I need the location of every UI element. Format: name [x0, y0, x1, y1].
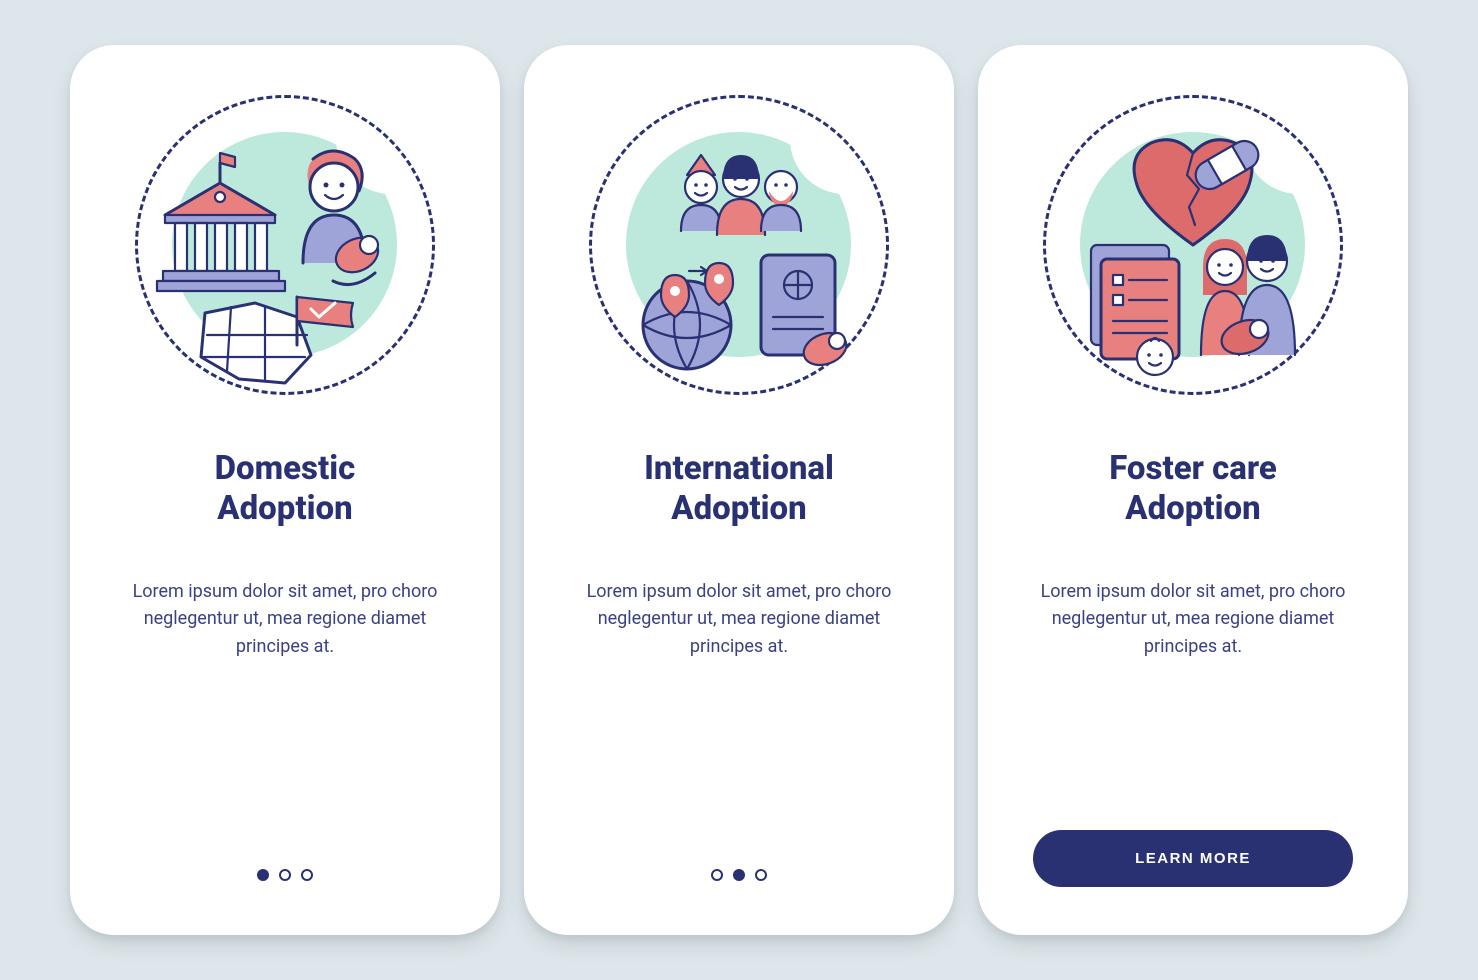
domestic-adoption-illustration: [135, 95, 435, 395]
card-title: Foster care Adoption: [1109, 449, 1277, 530]
page-dot-3[interactable]: [301, 869, 313, 881]
onboarding-card-international: International Adoption Lorem ipsum dolor…: [524, 45, 954, 935]
page-dot-2[interactable]: [279, 869, 291, 881]
page-dot-3[interactable]: [755, 869, 767, 881]
card-title: Domestic Adoption: [215, 449, 356, 530]
international-adoption-illustration: [589, 95, 889, 395]
page-dot-1[interactable]: [711, 869, 723, 881]
page-dot-2[interactable]: [733, 869, 745, 881]
domestic-icon: [135, 95, 435, 395]
foster-care-adoption-illustration: [1043, 95, 1343, 395]
page-indicator: [257, 869, 313, 887]
page-dot-1[interactable]: [257, 869, 269, 881]
foster-icon: [1043, 95, 1343, 395]
page-indicator: [711, 869, 767, 887]
card-description: Lorem ipsum dolor sit amet, pro choro ne…: [584, 578, 894, 662]
onboarding-card-foster: Foster care Adoption Lorem ipsum dolor s…: [978, 45, 1408, 935]
international-icon: [589, 95, 889, 395]
card-description: Lorem ipsum dolor sit amet, pro choro ne…: [1038, 578, 1348, 662]
card-description: Lorem ipsum dolor sit amet, pro choro ne…: [130, 578, 440, 662]
onboarding-card-domestic: Domestic Adoption Lorem ipsum dolor sit …: [70, 45, 500, 935]
card-title: International Adoption: [644, 449, 834, 530]
learn-more-button[interactable]: LEARN MORE: [1033, 830, 1353, 887]
onboarding-screens-row: Domestic Adoption Lorem ipsum dolor sit …: [70, 45, 1408, 935]
